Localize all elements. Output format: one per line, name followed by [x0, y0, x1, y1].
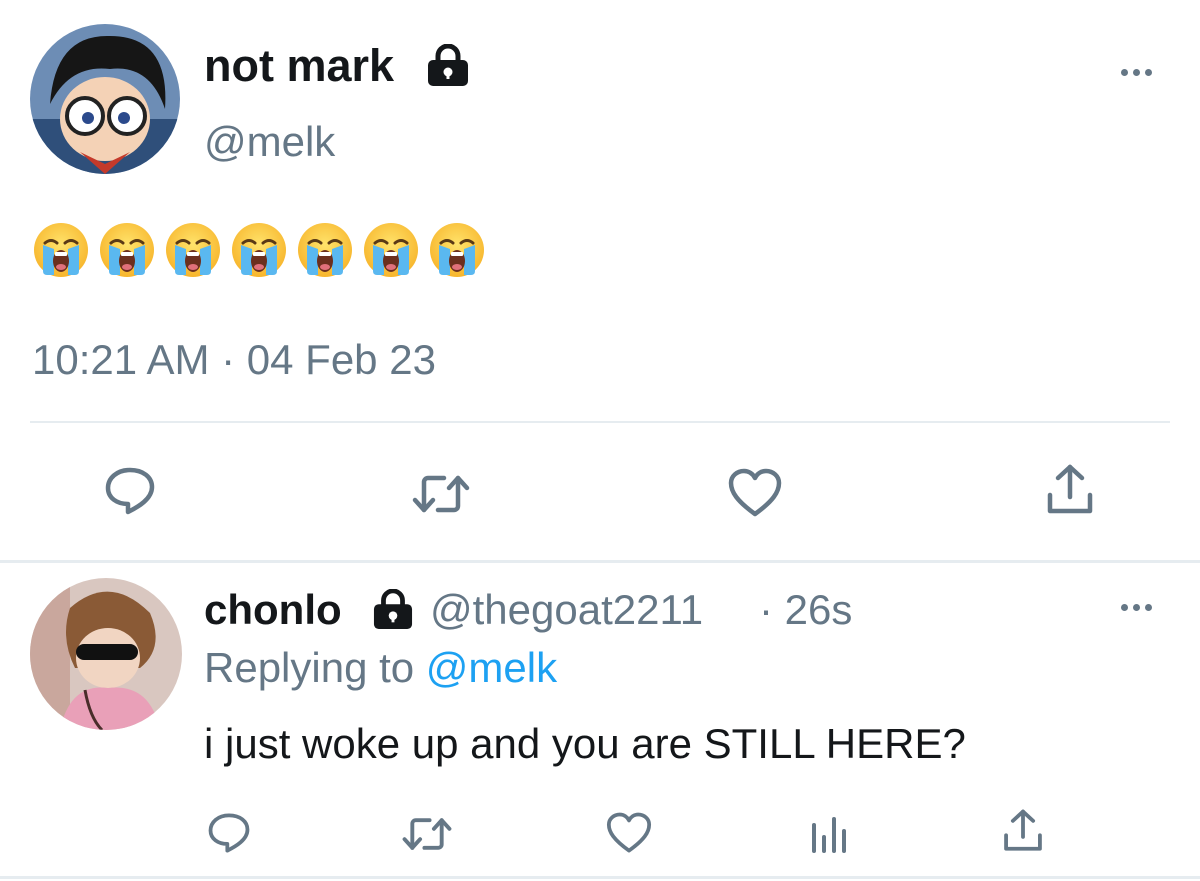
retweet-icon[interactable]	[400, 815, 454, 853]
reply-icon[interactable]	[207, 812, 251, 854]
reply-text: i just woke up and you are STILL HERE?	[204, 720, 966, 767]
share-icon[interactable]	[1044, 463, 1096, 517]
avatar[interactable]	[30, 24, 180, 174]
timestamp[interactable]: 10:21 AM · 04 Feb 23	[32, 334, 436, 386]
display-name[interactable]: chonlo	[204, 585, 342, 635]
loudly-crying-face-icon	[296, 221, 354, 279]
replying-to-label: Replying to @melk	[204, 643, 557, 693]
handle[interactable]: @thegoat2211	[430, 585, 703, 635]
replying-prefix: Replying to	[204, 644, 415, 691]
divider	[30, 421, 1170, 423]
divider	[0, 876, 1200, 879]
like-icon[interactable]	[605, 812, 653, 854]
divider	[0, 560, 1200, 563]
timestamp[interactable]: · 26s	[759, 585, 852, 635]
avatar[interactable]	[30, 578, 182, 730]
loudly-crying-face-icon	[98, 221, 156, 279]
reply-icon[interactable]	[104, 466, 156, 516]
loudly-crying-face-icon	[32, 221, 90, 279]
loudly-crying-face-icon	[428, 221, 486, 279]
share-icon[interactable]	[1001, 808, 1045, 854]
tweet-text	[32, 221, 486, 279]
retweet-icon[interactable]	[410, 472, 472, 516]
lock-icon	[372, 589, 414, 629]
replying-handle-link[interactable]: @melk	[426, 644, 557, 691]
loudly-crying-face-icon	[164, 221, 222, 279]
lock-icon	[426, 44, 470, 86]
more-options-icon[interactable]	[1121, 69, 1152, 76]
handle[interactable]: @melk	[204, 116, 335, 168]
like-icon[interactable]	[727, 468, 783, 518]
analytics-icon[interactable]	[808, 815, 848, 855]
more-options-icon[interactable]	[1121, 604, 1152, 611]
loudly-crying-face-icon	[230, 221, 288, 279]
display-name[interactable]: not mark	[204, 40, 394, 92]
loudly-crying-face-icon	[362, 221, 420, 279]
